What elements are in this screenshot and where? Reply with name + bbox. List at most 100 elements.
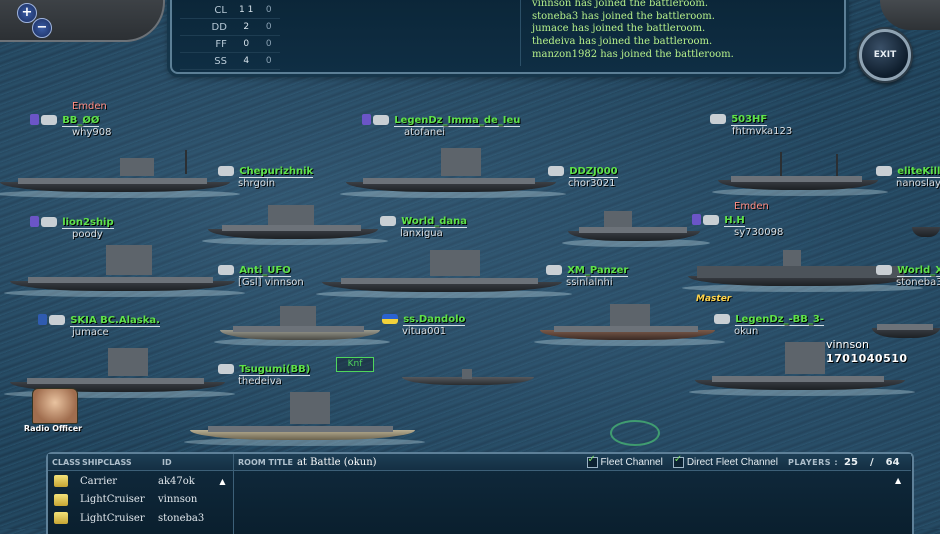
players-max: 64 (885, 456, 900, 468)
players-label: PLAYERS : (787, 457, 839, 467)
class-count-2: 0 (265, 5, 272, 15)
list-item[interactable]: LightCruiser vinnson (48, 491, 230, 510)
player-tag[interactable]: 503HF fhtmvka123 (710, 114, 792, 137)
player-tag[interactable]: XM_Panzer ssinlalnhi (546, 265, 629, 288)
player-tag[interactable]: Anti_UFO [Gsl] vinnson (218, 265, 304, 288)
player-tag[interactable]: SKIA BC.Alaska. jumace (38, 314, 160, 338)
list-item[interactable]: LightCruiser stoneba3 (48, 509, 230, 528)
player-name: Anti_UFO (239, 265, 291, 277)
fleet-channel-toggle[interactable]: Fleet Channel (586, 454, 663, 468)
battleship-sprite[interactable] (184, 380, 425, 446)
knf-marker: Knf (336, 357, 374, 372)
ship-superstructure (106, 245, 152, 275)
exit-button[interactable]: EXIT (859, 29, 911, 81)
cruiser-sprite[interactable] (202, 195, 388, 245)
id-cell: ak47ok (158, 475, 195, 487)
player-id: lanxigua (400, 228, 443, 239)
ship-superstructure (785, 342, 825, 374)
radio-officer-portrait[interactable]: Radio Officer (22, 388, 84, 433)
header-id: ID (162, 457, 172, 467)
player-id: thedeiva (238, 376, 282, 387)
player-name: 503HF (731, 114, 768, 126)
ship-superstructure (610, 304, 650, 326)
destroyer-sprite[interactable] (562, 205, 710, 247)
ship-superstructure (441, 148, 481, 176)
player-tag[interactable]: H.H sy730098 (692, 214, 783, 238)
battleship-sprite[interactable] (340, 140, 566, 198)
cruiser-sprite[interactable] (712, 150, 888, 196)
players-separator: / (869, 456, 874, 468)
ship-superstructure (268, 205, 314, 225)
fleet-list: Carrier ak47ok ▲ LightCruiser vinnson Li… (48, 472, 230, 528)
ship-mast (185, 150, 187, 174)
chat-line: thedeiva has joined the battleroom. (532, 36, 713, 48)
ship-deck (28, 277, 213, 283)
cruiser-sprite[interactable] (214, 300, 390, 346)
player-id: why908 (72, 126, 112, 138)
ship-superstructure (290, 392, 330, 424)
checkbox-icon (672, 454, 684, 468)
battleship-sprite[interactable] (4, 235, 245, 297)
player-id: fhtmvka123 (732, 126, 793, 137)
cruiser-sprite[interactable] (534, 298, 725, 346)
id-cell: stoneba3 (158, 512, 205, 524)
player-tag[interactable]: lion2ship poody (30, 216, 114, 240)
ship-deck (221, 225, 361, 231)
player-name: Chepurizhnik (239, 166, 314, 178)
player-id: stoneba3 (896, 277, 940, 288)
rank-icon (49, 314, 65, 325)
player-name: lion2ship (62, 216, 114, 229)
list-item[interactable]: Carrier ak47ok ▲ (48, 472, 230, 491)
player-tag[interactable]: World_dana lanxigua (380, 216, 468, 239)
player-tag[interactable]: LegenDz_Imma_de_Ieu atofanei (362, 114, 521, 138)
room-title-label: ROOM TITLE (238, 457, 293, 467)
player-name: World_dana (401, 216, 468, 228)
ship-deck (208, 426, 393, 432)
player-name: H.H (724, 214, 745, 227)
direct-fleet-channel-toggle[interactable]: Direct Fleet Channel (672, 454, 778, 468)
player-tag[interactable]: LegenDz_-BB_3- okun (714, 314, 825, 337)
rank-icon (876, 265, 892, 275)
ship-hull (912, 227, 940, 237)
zoom-out-button[interactable]: − (32, 18, 52, 38)
player-name: SKIA BC.Alaska. (70, 314, 160, 327)
battleship-sprite[interactable] (316, 240, 572, 298)
ship-island (783, 250, 801, 266)
shipclass-cell: LightCruiser (80, 494, 145, 506)
player-id: poody (72, 228, 103, 240)
rank-icon (548, 166, 564, 176)
battleship-sprite[interactable] (0, 150, 240, 198)
top-right-hardware (880, 0, 940, 30)
fleet-panel: CLASS SHIPCLASS ID Carrier ak47ok ▲ Ligh… (46, 452, 914, 534)
player-name: LegenDz_Imma_de_Ieu (394, 114, 521, 127)
checkbox-icon (586, 454, 598, 468)
player-tag[interactable]: Chepurizhnik shrgoin (218, 166, 314, 189)
player-tag[interactable]: Tsugumi(BB) thedeiva (218, 364, 311, 387)
fleet-list-header: CLASS SHIPCLASS ID (48, 454, 233, 471)
title-text: Emden (72, 101, 107, 112)
players-current: 25 (844, 456, 858, 468)
player-tag[interactable]: ss.Dandolo vitua001 (382, 314, 466, 337)
rank-icon (876, 166, 892, 176)
header-shipclass: SHIPCLASS (82, 457, 132, 467)
player-tag[interactable]: eliteKiller nanoslayer (876, 166, 940, 189)
ship-deck (730, 176, 862, 182)
medal-icon (362, 114, 371, 125)
ship-superstructure (108, 348, 148, 376)
player-tag[interactable]: World_Xe stoneba3 (876, 265, 940, 288)
scroll-up-icon[interactable]: ▲ (218, 477, 227, 486)
submarine-sprite[interactable] (402, 365, 534, 385)
flag-icon (382, 314, 398, 324)
class-count-2: 0 (265, 56, 272, 66)
ship-superstructure (280, 306, 316, 326)
ship-superstructure (430, 250, 480, 276)
player-tag[interactable]: DDZJ000 chor3021 (548, 166, 618, 189)
player-id: jumace (72, 326, 109, 338)
ship-deck (578, 227, 687, 233)
player-id: vitua001 (402, 326, 447, 337)
destroyer-sprite[interactable] (912, 215, 940, 237)
class-row: SS 4 0 (180, 53, 280, 70)
player-tag[interactable]: BB_ØØ why908 (30, 114, 112, 138)
rank-icon (546, 265, 562, 275)
chat-scroll-up-icon[interactable]: ▲ (895, 476, 905, 486)
